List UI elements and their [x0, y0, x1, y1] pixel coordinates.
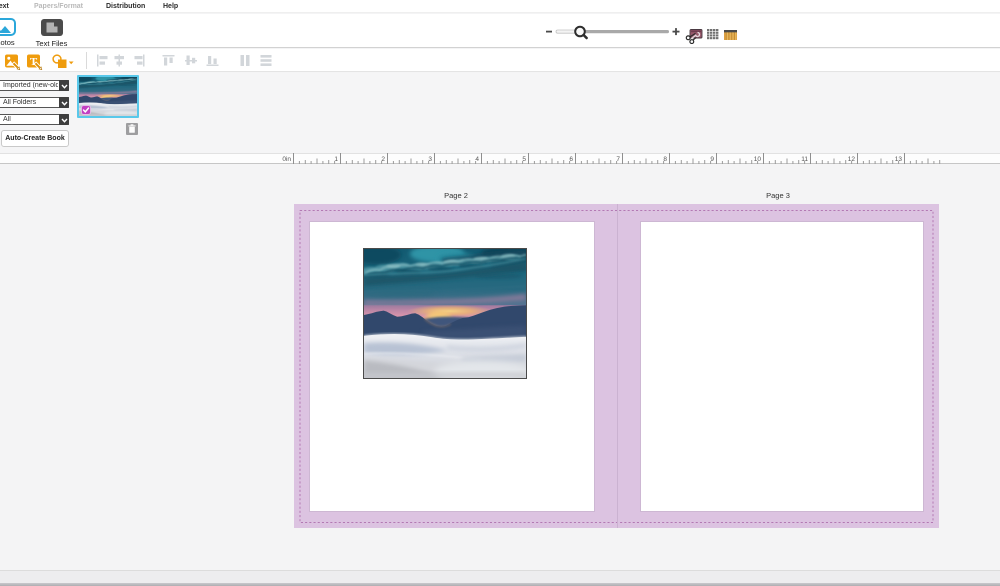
svg-text:13: 13 — [895, 156, 903, 163]
svg-text:5: 5 — [522, 156, 526, 163]
svg-text:8: 8 — [663, 156, 667, 163]
svg-text:9: 9 — [710, 156, 714, 163]
svg-text:12: 12 — [848, 156, 856, 163]
svg-text:10: 10 — [754, 156, 762, 163]
svg-text:2: 2 — [381, 156, 385, 163]
svg-text:11: 11 — [801, 156, 808, 163]
svg-text:0in: 0in — [282, 156, 291, 163]
svg-text:3: 3 — [428, 156, 432, 163]
svg-text:4: 4 — [475, 156, 479, 163]
svg-text:1: 1 — [334, 156, 338, 163]
svg-text:6: 6 — [569, 156, 573, 163]
svg-text:7: 7 — [616, 156, 620, 163]
